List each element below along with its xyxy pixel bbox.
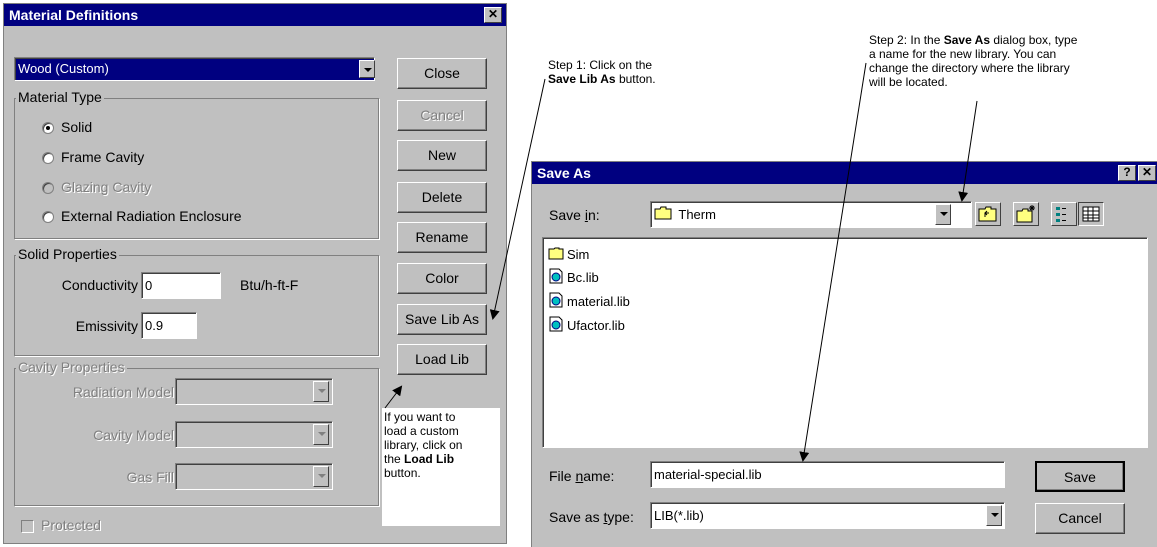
load-lib-pointer-line bbox=[384, 385, 403, 409]
annotation-arrows bbox=[384, 62, 978, 462]
step1-pointer-line bbox=[489, 78, 546, 320]
step2-pointer-line-b bbox=[958, 100, 978, 202]
step2-pointer-line-a bbox=[799, 62, 867, 462]
